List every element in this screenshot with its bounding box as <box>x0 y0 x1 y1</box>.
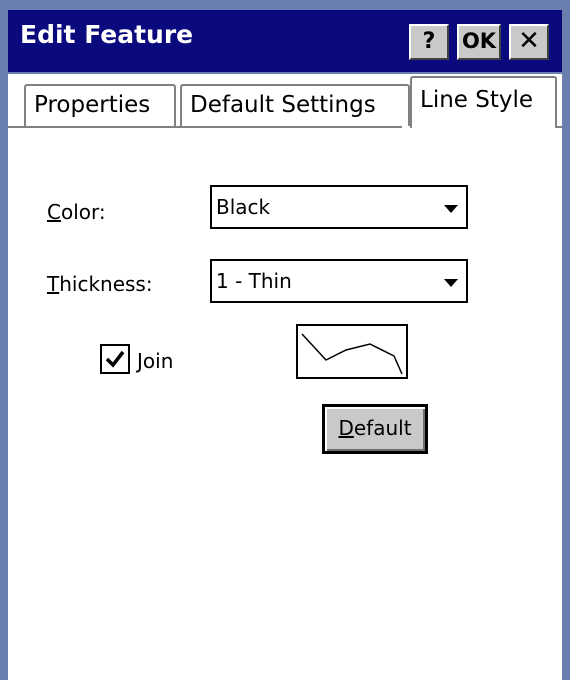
title-bar: Edit Feature ? OK ✕ <box>8 10 562 74</box>
color-dropdown[interactable]: Black <box>210 185 468 229</box>
close-icon[interactable]: ✕ <box>509 24 549 60</box>
thickness-label: Thickness: <box>47 272 153 296</box>
join-checkbox[interactable] <box>100 344 130 374</box>
checkmark-icon <box>105 350 125 368</box>
line-style-preview <box>296 324 408 379</box>
window-title: Edit Feature <box>20 20 194 49</box>
default-button[interactable]: Default <box>322 404 428 454</box>
tab-bar: Properties Default Settings Line Style <box>8 74 562 128</box>
tab-line-style[interactable]: Line Style <box>410 76 557 128</box>
ok-button[interactable]: OK <box>457 24 501 60</box>
join-label: Join <box>137 349 174 373</box>
color-value: Black <box>216 195 271 219</box>
chevron-down-icon[interactable] <box>444 205 458 213</box>
color-label: Color: <box>47 200 106 224</box>
tab-default-settings[interactable]: Default Settings <box>180 84 410 126</box>
tab-properties[interactable]: Properties <box>24 84 176 126</box>
tab-divider <box>8 126 402 128</box>
thickness-dropdown[interactable]: 1 - Thin <box>210 259 468 303</box>
line-preview-icon <box>301 333 403 375</box>
help-button[interactable]: ? <box>409 24 449 60</box>
thickness-value: 1 - Thin <box>216 269 292 293</box>
chevron-down-icon[interactable] <box>444 279 458 287</box>
